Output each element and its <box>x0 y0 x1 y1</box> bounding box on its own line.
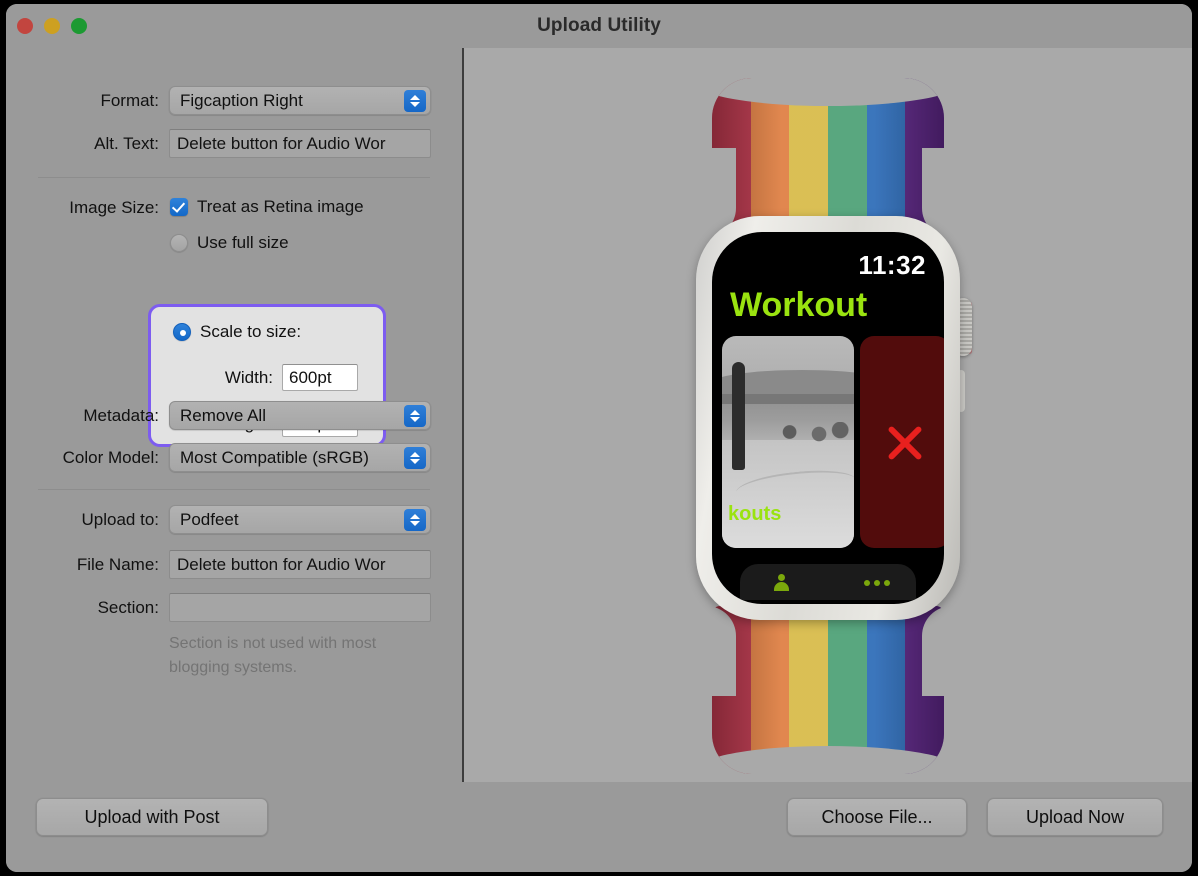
watch-clock: 11:32 <box>858 250 926 280</box>
metadata-row: Metadata: Remove All <box>6 401 462 431</box>
scale-to-size-radio[interactable] <box>173 323 191 341</box>
band-stripe <box>828 606 867 774</box>
format-popup-button[interactable]: Figcaption Right <box>169 86 431 115</box>
watch-band-bottom <box>712 606 944 774</box>
alt-text-row: Alt. Text: Delete button for Audio Wor <box>6 129 462 159</box>
image-size-label: Image Size: <box>69 198 159 217</box>
workout-tile-label: kouts <box>728 503 782 525</box>
metadata-popup-button[interactable]: Remove All <box>169 401 431 430</box>
delete-tile <box>860 336 944 548</box>
alt-text-value: Delete button for Audio Wor <box>177 134 386 153</box>
color-model-label: Color Model: <box>62 448 159 467</box>
watch-band-top <box>712 78 944 238</box>
band-stripe <box>789 78 829 238</box>
divider-top <box>38 177 430 178</box>
width-input[interactable]: 600pt <box>282 364 358 391</box>
band-taper-right <box>922 606 956 696</box>
watch-tiles: kouts <box>722 336 944 548</box>
title-bar: Upload Utility <box>6 4 1192 48</box>
band-stripe <box>750 606 790 774</box>
rocks-shape <box>762 422 854 442</box>
chevron-updown-icon <box>404 509 426 531</box>
alt-text-label: Alt. Text: <box>94 134 159 153</box>
metadata-value: Remove All <box>180 406 266 425</box>
color-model-value: Most Compatible (sRGB) <box>180 448 369 467</box>
format-value: Figcaption Right <box>180 91 303 110</box>
metadata-label: Metadata: <box>83 406 159 425</box>
action-bar: Upload with Post Choose File... Upload N… <box>6 782 1192 872</box>
more-options-icon <box>864 580 890 586</box>
band-taper-left <box>702 606 736 696</box>
use-full-size-label: Use full size <box>197 233 289 252</box>
color-model-row: Color Model: Most Compatible (sRGB) <box>6 443 462 473</box>
upload-utility-window: Upload Utility Format: Figcaption Right … <box>6 4 1192 872</box>
section-label: Section: <box>97 598 159 617</box>
scale-to-size-label: Scale to size: <box>200 322 302 341</box>
watch-case: 11:32 Workout kouts <box>696 216 960 620</box>
check-icon <box>171 199 186 213</box>
window-title: Upload Utility <box>537 15 661 36</box>
width-value: 600pt <box>289 368 332 387</box>
workout-photo-tile: kouts <box>722 336 854 548</box>
retina-checkbox-label: Treat as Retina image <box>197 197 364 216</box>
upload-to-value: Podfeet <box>180 510 239 529</box>
window-content: Format: Figcaption Right Alt. Text: Dele… <box>6 48 1192 782</box>
alt-text-input[interactable]: Delete button for Audio Wor <box>169 129 431 158</box>
runner-silhouette <box>732 362 745 470</box>
person-head <box>778 574 785 581</box>
watch-screen: 11:32 Workout kouts <box>712 232 944 604</box>
band-stripe <box>866 606 906 774</box>
width-label: Width: <box>224 368 273 387</box>
person-icon <box>774 574 789 591</box>
band-stripe <box>828 78 867 238</box>
watch-app-title: Workout <box>730 286 868 324</box>
band-stripe <box>750 78 790 238</box>
upload-to-row: Upload to: Podfeet <box>6 505 462 535</box>
person-body <box>774 582 789 591</box>
options-panel: Format: Figcaption Right Alt. Text: Dele… <box>6 48 462 782</box>
file-name-input[interactable]: Delete button for Audio Wor <box>169 550 431 579</box>
section-input[interactable] <box>169 593 431 622</box>
close-x-icon <box>883 420 927 464</box>
format-row: Format: Figcaption Right <box>6 86 462 116</box>
upload-to-label: Upload to: <box>81 510 160 529</box>
format-label: Format: <box>100 91 159 110</box>
use-full-size-radio[interactable] <box>170 234 188 252</box>
band-stripe <box>789 606 829 774</box>
watch-dock <box>740 564 916 600</box>
color-model-popup-button[interactable]: Most Compatible (sRGB) <box>169 443 431 472</box>
band-stripe <box>866 78 906 238</box>
divider-bottom <box>38 489 430 490</box>
choose-file-button[interactable]: Choose File... <box>787 798 967 836</box>
chevron-updown-icon <box>404 447 426 469</box>
upload-now-button[interactable]: Upload Now <box>987 798 1163 836</box>
file-name-value: Delete button for Audio Wor <box>177 555 386 574</box>
upload-with-post-button[interactable]: Upload with Post <box>36 798 268 836</box>
section-help-text: Section is not used with most blogging s… <box>169 635 377 676</box>
upload-to-popup-button[interactable]: Podfeet <box>169 505 431 534</box>
image-preview-panel: 11:32 Workout kouts <box>464 48 1192 782</box>
apple-watch-preview-image: 11:32 Workout kouts <box>654 58 1004 774</box>
file-name-row: File Name: Delete button for Audio Wor <box>6 550 462 580</box>
file-name-label: File Name: <box>76 555 159 574</box>
section-row: Section: <box>6 593 462 623</box>
chevron-updown-icon <box>404 405 426 427</box>
retina-checkbox[interactable] <box>170 198 188 216</box>
chevron-updown-icon <box>404 90 426 112</box>
